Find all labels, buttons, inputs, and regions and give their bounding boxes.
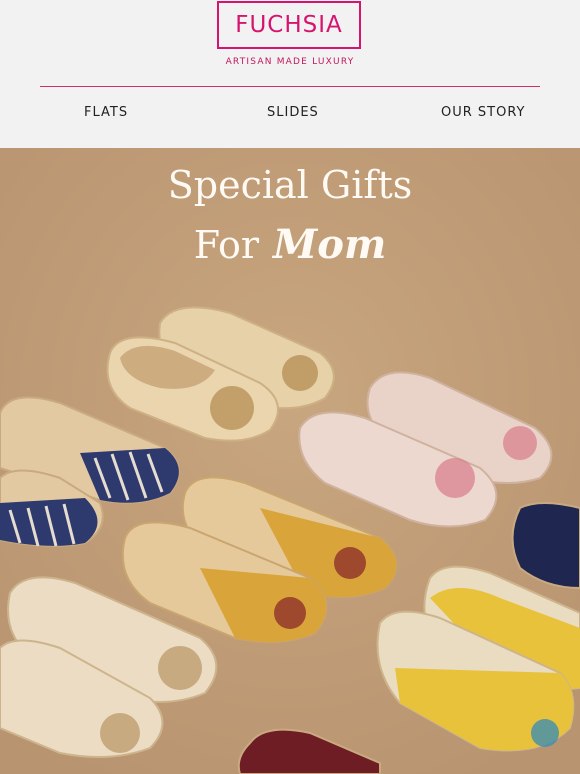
hero-subtitle-for: For [193, 223, 260, 267]
hero-banner[interactable]: Special Gifts For Mom [0, 148, 580, 774]
hero-subtitle: For Mom [0, 221, 580, 268]
nav-link-our-story[interactable]: OUR STORY [441, 105, 525, 120]
nav-link-flats[interactable]: FLATS [84, 105, 128, 120]
header-divider [40, 86, 540, 87]
brand-logo-text: FUCHSIA [235, 12, 343, 38]
brand-tagline: ARTISAN MADE LUXURY [225, 57, 355, 67]
email-header: FUCHSIA ARTISAN MADE LUXURY FLATS SLIDES… [0, 0, 580, 148]
hero-subtitle-mom: Mom [273, 221, 387, 268]
nav-link-slides[interactable]: SLIDES [267, 105, 319, 120]
brand-logo[interactable]: FUCHSIA [217, 1, 361, 49]
hero-title: Special Gifts [167, 163, 413, 207]
